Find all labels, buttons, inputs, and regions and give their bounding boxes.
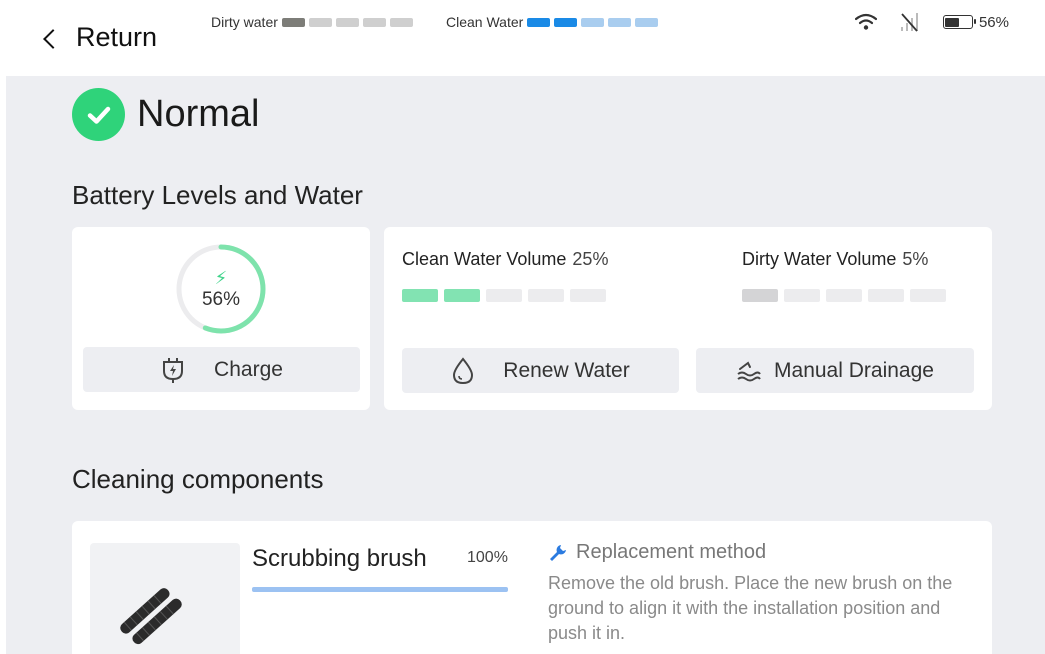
- water-card: Clean Water Volume 25% Dirty Water Volume…: [384, 227, 992, 410]
- replacement-method-label: Replacement method: [576, 541, 767, 563]
- chevron-left-icon: [43, 28, 63, 49]
- clean-water-volume-segment: [570, 289, 606, 302]
- charge-button[interactable]: Charge: [83, 347, 360, 392]
- component-percent: 100%: [467, 549, 508, 566]
- clean-water-label: Clean Water: [446, 14, 524, 30]
- component-life-bar: [252, 587, 508, 592]
- check-circle-icon: [72, 88, 125, 141]
- dirty-water-volume: Dirty Water Volume 5%: [742, 249, 928, 270]
- dirty-water-volume-segment: [910, 289, 946, 302]
- clean-water-volume-segment: [528, 289, 564, 302]
- wifi-icon: [854, 13, 877, 30]
- battery-gauge: ⚡ 56%: [175, 243, 267, 335]
- dirty-water-indicator: Dirty water: [211, 14, 413, 30]
- status-label: Normal: [137, 93, 260, 135]
- dirty-water-volume-segment: [826, 289, 862, 302]
- return-label: Return: [76, 22, 158, 52]
- clean-water-volume: Clean Water Volume 25%: [402, 249, 608, 270]
- lightning-icon: ⚡: [214, 268, 228, 288]
- dirty-water-segment: [308, 17, 332, 27]
- battery-fill: [945, 17, 960, 27]
- component-name: Scrubbing brush: [252, 545, 427, 572]
- cleaning-components-section-title: Cleaning components: [72, 464, 324, 494]
- dirty-water-label: Dirty water: [211, 14, 278, 30]
- component-life-fill: [252, 587, 508, 592]
- battery-percent: 56%: [978, 13, 1009, 31]
- charge-label: Charge: [214, 357, 283, 381]
- status-row: Normal: [72, 88, 259, 141]
- drainage-icon: [737, 360, 761, 381]
- dirty-water-volume-value: 5%: [902, 249, 929, 269]
- wrench-icon: [550, 544, 566, 561]
- clean-water-segment: [554, 17, 578, 27]
- clean-water-volume-bar: [402, 289, 606, 302]
- clean-water-segment: [635, 17, 659, 27]
- clean-water-volume-segment: [402, 289, 438, 302]
- dirty-water-volume-segment: [868, 289, 904, 302]
- manual-drainage-label: Manual Drainage: [774, 358, 934, 382]
- clean-water-segment: [581, 17, 605, 27]
- clean-water-volume-segment: [444, 289, 480, 302]
- renew-water-label: Renew Water: [503, 358, 630, 382]
- battery-gauge-percent: 56%: [201, 289, 241, 310]
- battery-water-section-title: Battery Levels and Water: [72, 180, 363, 210]
- return-button[interactable]: Return: [43, 22, 158, 53]
- status-icons: 56%: [854, 12, 1009, 32]
- clean-water-volume-segment: [486, 289, 522, 302]
- no-signal-icon: [900, 13, 918, 32]
- dirty-water-segment: [362, 17, 386, 27]
- battery-icon: [942, 15, 976, 29]
- battery-card: ⚡ 56% Charge: [72, 227, 370, 410]
- dirty-water-volume-label: Dirty Water Volume: [742, 249, 897, 269]
- replacement-method-description: Remove the old brush. Place the new brus…: [548, 573, 953, 643]
- renew-water-button[interactable]: Renew Water: [402, 348, 679, 393]
- scrubbing-brush-image: [90, 543, 240, 654]
- clean-water-segment: [608, 17, 632, 27]
- dirty-water-segment: [281, 17, 305, 27]
- dirty-water-volume-bar: [742, 289, 946, 302]
- clean-water-level-bar: [527, 17, 659, 27]
- main-panel: Normal Battery Levels and Water ⚡ 56% Ch…: [6, 76, 1045, 654]
- clean-water-indicator: Clean Water: [446, 14, 659, 30]
- manual-drainage-button[interactable]: Manual Drainage: [696, 348, 974, 393]
- top-bar: Return Dirty water Clean Water 56%: [0, 0, 1045, 76]
- replacement-method-title: Replacement method: [548, 541, 766, 564]
- clean-water-volume-value: 25%: [572, 249, 609, 269]
- dirty-water-volume-segment: [742, 289, 778, 302]
- battery-status: 56%: [942, 13, 1009, 31]
- dirty-water-segment: [389, 17, 413, 27]
- dirty-water-level-bar: [281, 17, 413, 27]
- water-drop-icon: [453, 356, 474, 384]
- clean-water-segment: [527, 17, 551, 27]
- clean-water-volume-label: Clean Water Volume: [402, 249, 567, 269]
- dirty-water-segment: [335, 17, 359, 27]
- scrubbing-brush-card[interactable]: Scrubbing brush 100% Replacement method …: [72, 521, 992, 654]
- charge-plug-icon: [163, 357, 184, 383]
- dirty-water-volume-segment: [784, 289, 820, 302]
